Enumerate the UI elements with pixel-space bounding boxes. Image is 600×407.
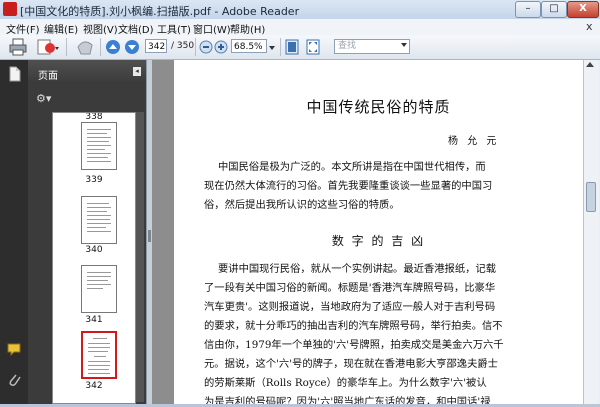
paragraph-line: 信由你，1979年一个单独的'六'号牌照，拍卖成交是美金六万六千: [204, 339, 504, 351]
page-number-input[interactable]: 342: [145, 39, 167, 53]
pages-panel-title: 页面: [38, 71, 58, 82]
zoom-out-icon[interactable]: [199, 38, 213, 56]
thumbnail-page-number: 341: [85, 315, 103, 325]
panel-options-button[interactable]: ⚙▾: [36, 92, 51, 105]
search-input[interactable]: 查找: [334, 39, 410, 54]
menu-bar: 文件(F) 编辑(E) 视图(V) 文档(D) 工具(T) 窗口(W) 帮助(H…: [0, 19, 600, 36]
scroll-up-icon[interactable]: [586, 62, 594, 67]
thumbnail-list[interactable]: 338 339 340 341 342: [52, 112, 136, 404]
hand-tool-icon[interactable]: [74, 38, 96, 56]
page-total: / 350: [171, 41, 195, 51]
fit-page-icon[interactable]: [284, 38, 300, 56]
close-button[interactable]: X: [567, 1, 599, 18]
splitter-grip: [148, 230, 151, 242]
paragraph-line: 俗，然后提出我所认识的这些习俗的特质。: [204, 199, 400, 211]
panel-scrollbar[interactable]: [136, 112, 144, 402]
search-placeholder: 查找: [338, 41, 357, 51]
pdf-page: 中国传统民俗的特质 杨 允 元 中国民俗是极为广泛的。本文所讲是指在中国世代相传…: [174, 60, 583, 404]
pages-icon[interactable]: [7, 66, 21, 82]
toolbar-separator: [280, 38, 281, 56]
paragraph-line: 的劳斯莱斯（Rolls Royce）的豪华车上。为什么数字'六'被认: [204, 377, 487, 389]
adobe-reader-window: [中国文化的特质].刘小枫编.扫描版.pdf - Adobe Reader – …: [0, 0, 600, 407]
document-close-icon[interactable]: x: [586, 20, 593, 33]
collapse-panel-button[interactable]: ◂: [133, 67, 141, 76]
document-scrollbar[interactable]: [583, 60, 599, 404]
menu-document[interactable]: 文档(D): [118, 21, 154, 36]
title-bar[interactable]: [中国文化的特质].刘小枫编.扫描版.pdf - Adobe Reader – …: [0, 0, 600, 20]
attachments-icon[interactable]: [7, 372, 21, 388]
search-dropdown-icon[interactable]: [401, 43, 407, 47]
share-pdf-icon[interactable]: [36, 38, 60, 56]
page-thumbnail[interactable]: [81, 122, 117, 170]
pages-panel-header: 页面 ◂: [28, 60, 146, 84]
zoom-level-field[interactable]: 68.5%: [231, 39, 267, 53]
menu-tools[interactable]: 工具(T): [157, 21, 191, 36]
paragraph-line: 中国民俗是极为广泛的。本文所讲是指在中国世代相传，而: [218, 161, 486, 173]
menu-edit[interactable]: 编辑(E): [44, 21, 78, 36]
thumbnail-page-number: 338: [85, 112, 103, 122]
toolbar-separator: [66, 38, 67, 56]
chapter-title: 中国传统民俗的特质: [306, 98, 451, 116]
zoom-dropdown-icon[interactable]: [267, 38, 277, 56]
scrollbar-thumb[interactable]: [586, 182, 596, 212]
section-heading: 数 字 的 吉 凶: [331, 234, 426, 248]
toolbar: 342 / 350 68.5% 查找: [0, 35, 600, 60]
print-icon[interactable]: [8, 38, 28, 56]
thumbnail-page-number: 340: [85, 245, 103, 255]
previous-page-icon[interactable]: [105, 38, 121, 56]
maximize-button[interactable]: □: [541, 1, 567, 18]
paragraph-line: 要讲中国现行民俗，就从一个实例讲起。最近香港报纸，记载: [218, 263, 497, 275]
minimize-button[interactable]: –: [515, 1, 541, 18]
comments-icon[interactable]: [7, 343, 23, 357]
paragraph-line: 为是吉利的号码呢？因为'六'照当地广东话的发音，和中国话'禄: [204, 396, 491, 404]
navigation-pane-strip: [0, 60, 28, 404]
menu-file[interactable]: 文件(F): [6, 21, 40, 36]
menu-view[interactable]: 视图(V): [83, 21, 118, 36]
thumbnail-page-number: 339: [85, 175, 103, 185]
page-thumbnail[interactable]: [81, 265, 117, 313]
author-name: 杨 允 元: [448, 136, 500, 147]
thumbnail-page-number: 342: [85, 381, 103, 391]
current-page-thumbnail[interactable]: [81, 331, 117, 379]
toolbar-separator: [195, 38, 196, 56]
paragraph-line: 了一段有关中国习俗的新闻。标题是'香港汽车牌照号码，比豪华: [204, 282, 496, 294]
menu-window[interactable]: 窗口(W): [193, 21, 231, 36]
paragraph-line: 现在仍然大体流行的习俗。首先我要隆重谈谈一些显著的中国习: [204, 180, 493, 192]
pages-panel: 页面 ◂ ⚙▾ 338 339 340 341 342: [28, 60, 146, 404]
zoom-in-icon[interactable]: [214, 38, 228, 56]
paragraph-line: 的要求，就十分乖巧的抽出吉利的汽车牌照号码，举行拍卖。信不: [204, 320, 503, 332]
full-screen-icon[interactable]: [305, 38, 321, 56]
menu-help[interactable]: 帮助(H): [230, 21, 265, 36]
next-page-icon[interactable]: [124, 38, 140, 56]
document-view[interactable]: 中国传统民俗的特质 杨 允 元 中国民俗是极为广泛的。本文所讲是指在中国世代相传…: [152, 60, 583, 404]
window-title: [中国文化的特质].刘小枫编.扫描版.pdf - Adobe Reader: [20, 5, 300, 18]
page-thumbnail[interactable]: [81, 196, 117, 244]
toolbar-separator: [100, 38, 101, 56]
adobe-reader-icon: [3, 2, 17, 16]
paragraph-line: 汽车更贵'。这则报道说，当地政府为了适应一般人对于吉利号码: [204, 301, 496, 313]
paragraph-line: 元。据说，这个'六'号的牌子，现在就在香港电影大亨邵逸夫爵士: [204, 358, 498, 370]
